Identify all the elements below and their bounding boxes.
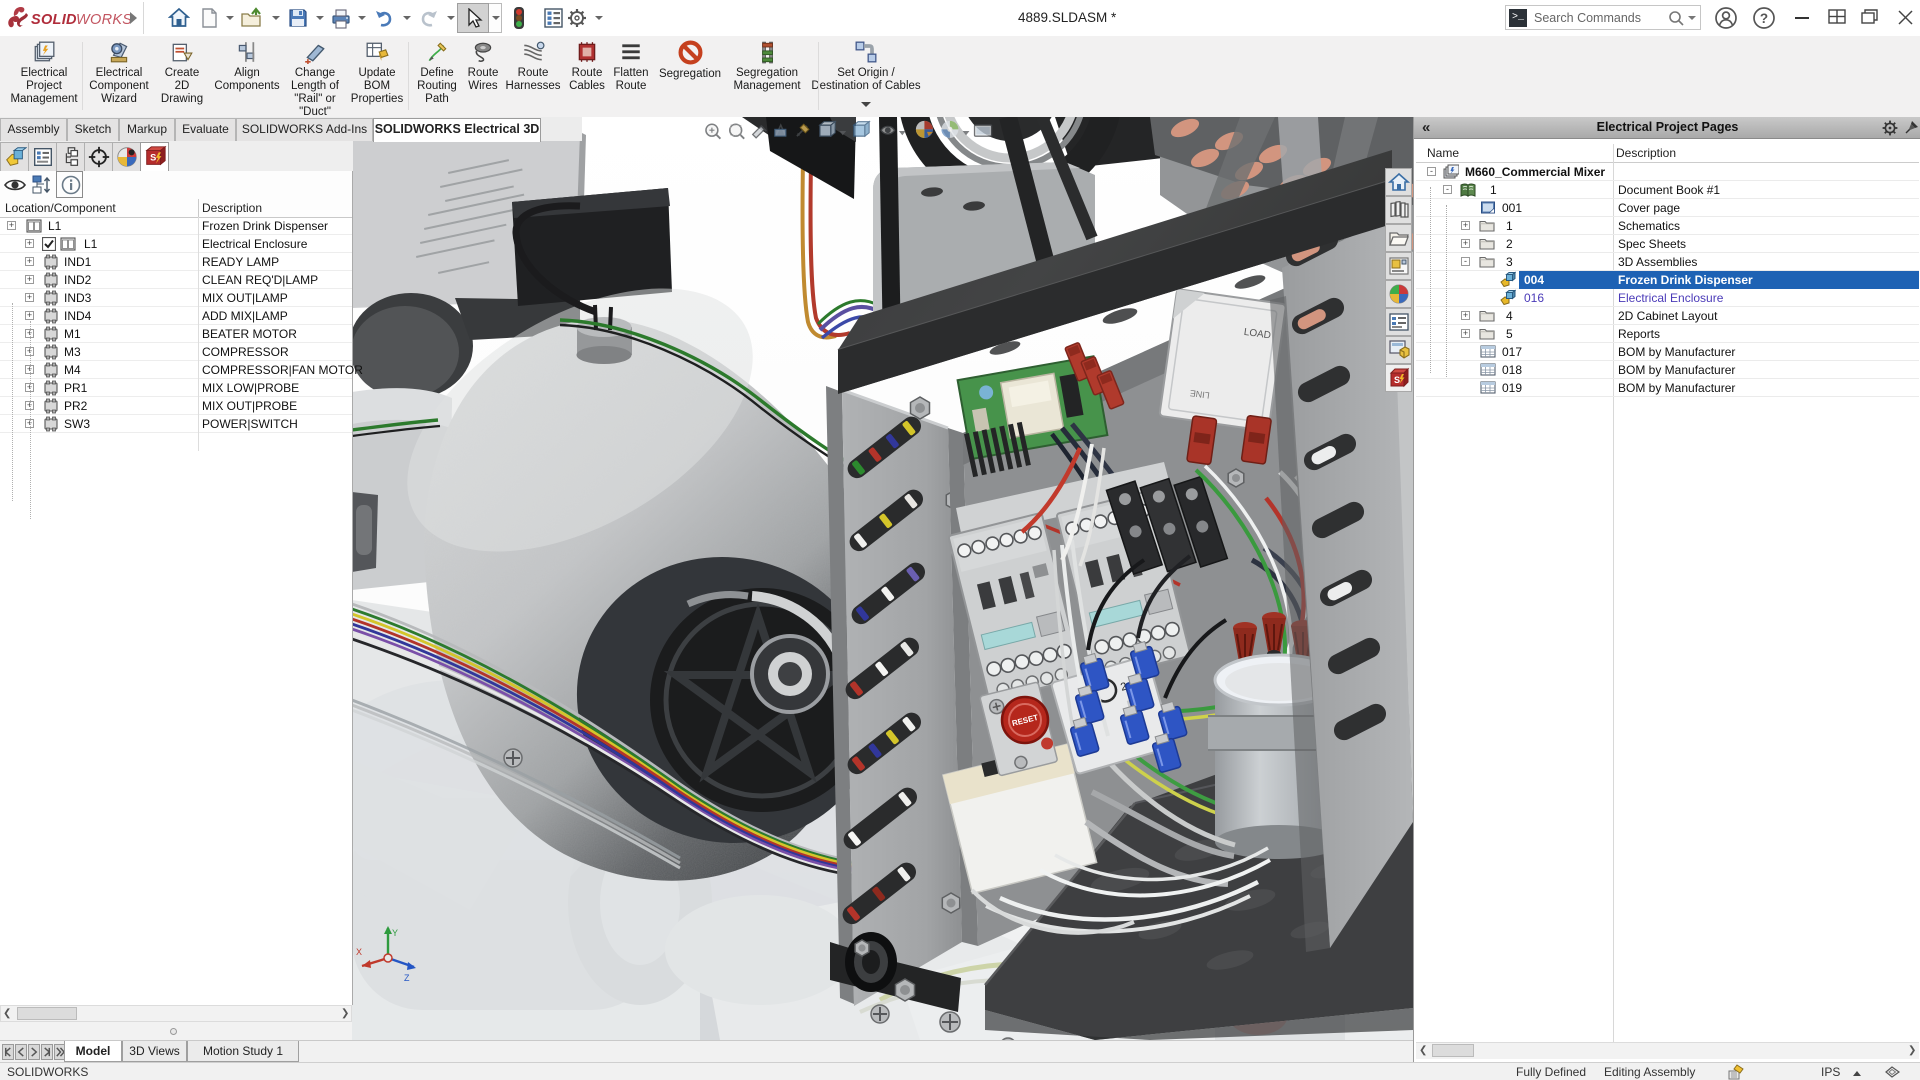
svg-text:Y: Y [392, 928, 398, 938]
svg-text:S: S [1394, 375, 1400, 385]
svg-text:S: S [150, 153, 156, 163]
svg-text:WORKS: WORKS [76, 12, 132, 28]
svg-text:?: ? [1760, 11, 1768, 26]
svg-text:SOLID: SOLID [31, 12, 77, 28]
svg-text:X: X [356, 947, 362, 957]
svg-text:Z: Z [404, 973, 410, 983]
